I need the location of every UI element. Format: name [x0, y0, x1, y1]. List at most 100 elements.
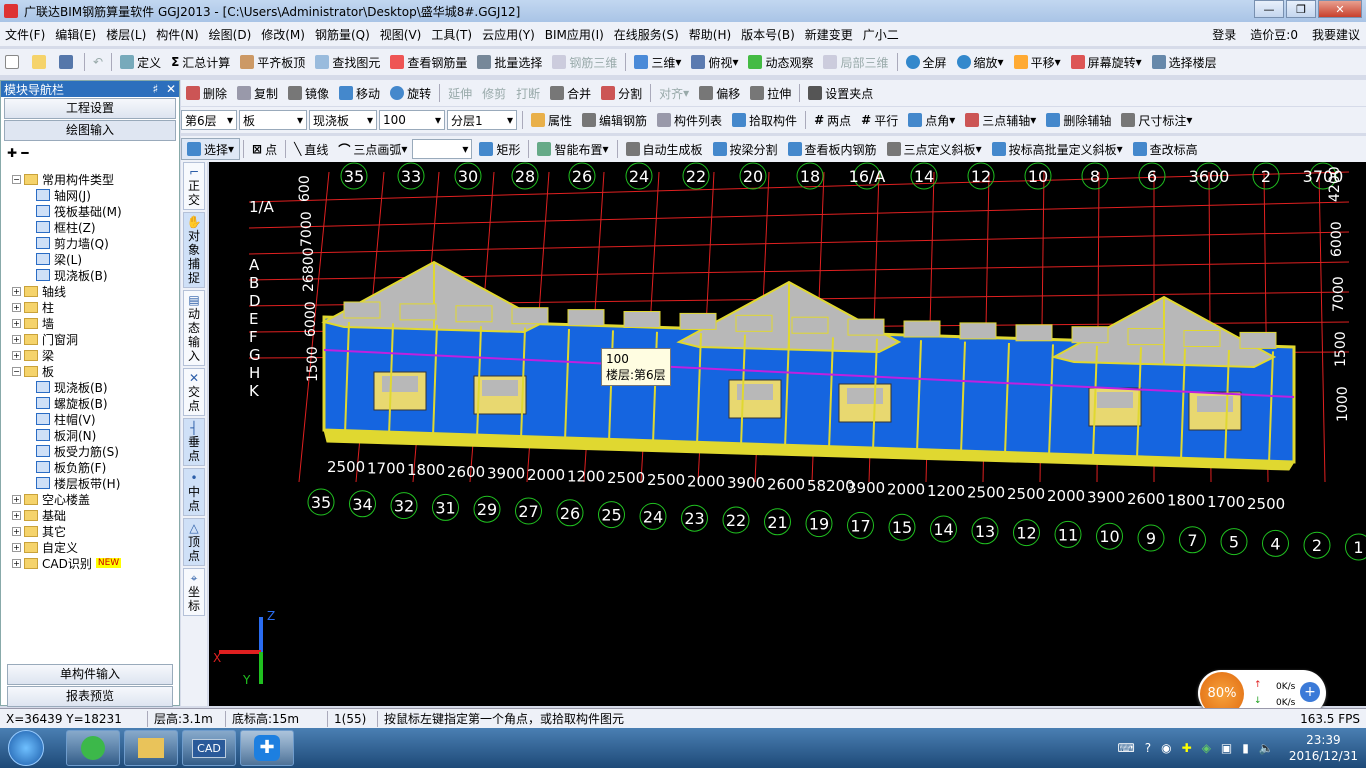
copy-button[interactable]: 复制 — [232, 82, 283, 104]
tree-item[interactable]: 楼层板带(H) — [4, 475, 176, 491]
add-icon[interactable]: ✚ — [1182, 741, 1192, 755]
tree-item[interactable]: 框柱(Z) — [4, 219, 176, 235]
minimize-button[interactable]: — — [1254, 0, 1284, 18]
tree-item[interactable]: + 柱 — [4, 299, 176, 315]
ortho-toggle[interactable]: ⌐ 正交 — [183, 162, 205, 210]
point-angle-button[interactable]: 点角 ▾ — [903, 109, 960, 131]
expand-icon[interactable]: + — [12, 510, 21, 520]
menu-file[interactable]: 文件(F) — [0, 26, 50, 43]
trim-button[interactable]: 修剪 — [477, 82, 511, 104]
set-grips-button[interactable]: 设置夹点 — [803, 82, 878, 104]
menu-floor[interactable]: 楼层(L) — [101, 26, 151, 43]
select-floor-button[interactable]: 选择楼层 — [1147, 51, 1222, 73]
rect-tool-button[interactable]: 矩形 — [474, 138, 525, 160]
close-button[interactable]: ✕ — [1318, 0, 1362, 18]
intersection-snap[interactable]: ✕ 交点 — [183, 368, 205, 416]
tree-item[interactable]: + 其它 — [4, 523, 176, 539]
arc-mode-select[interactable]: ▾ — [412, 139, 473, 159]
summary-calc-button[interactable]: Σ 汇总计算 — [166, 51, 235, 73]
menu-help[interactable]: 帮助(H) — [684, 26, 736, 43]
expand-icon[interactable]: + — [12, 318, 21, 328]
expand-icon[interactable]: + — [12, 494, 21, 504]
expand-icon[interactable]: + — [12, 526, 21, 536]
view-slab-rebar-button[interactable]: 查看板内钢筋 — [783, 138, 882, 160]
delete-button[interactable]: 删除 — [181, 82, 232, 104]
align-slab-top-button[interactable]: 平齐板顶 — [235, 51, 310, 73]
widget-plus-icon[interactable]: + — [1300, 682, 1320, 702]
single-component-button[interactable]: 单构件输入 — [7, 664, 173, 685]
taskbar-ggj[interactable]: ✚ — [240, 730, 294, 766]
menu-draw[interactable]: 绘图(D) — [204, 26, 257, 43]
floor-select[interactable]: 第6层 ▾ — [181, 110, 237, 130]
tree-item[interactable]: + 自定义 — [4, 539, 176, 555]
dimension-button[interactable]: 尺寸标注 ▾ — [1116, 109, 1197, 131]
keyboard-icon[interactable]: ⌨ — [1117, 741, 1134, 755]
delete-axis-button[interactable]: 删除辅轴 — [1041, 109, 1116, 131]
edit-elevation-button[interactable]: 查改标高 — [1128, 138, 1203, 160]
smart-layout-button[interactable]: 智能布置 ▾ — [532, 138, 613, 160]
zoom-button[interactable]: 缩放 ▾ — [952, 51, 1009, 73]
split-by-beam-button[interactable]: 按梁分割 — [708, 138, 783, 160]
menu-tools[interactable]: 工具(T) — [426, 26, 477, 43]
tree-item[interactable]: 螺旋板(B) — [4, 395, 176, 411]
nav-close-icon[interactable]: ✕ — [166, 82, 176, 96]
select-tool-button[interactable]: 选择 ▾ — [181, 138, 241, 160]
properties-button[interactable]: 属性 — [526, 109, 577, 131]
menu-component[interactable]: 构件(N) — [151, 26, 203, 43]
help-icon[interactable]: ? — [1145, 741, 1151, 755]
break-button[interactable]: 打断 — [511, 82, 545, 104]
signal-icon[interactable]: ▮ — [1242, 741, 1249, 755]
tree-item[interactable]: + 梁 — [4, 347, 176, 363]
component-list-button[interactable]: 构件列表 — [652, 109, 727, 131]
tree-toggle-icons[interactable]: ✚ ━ — [1, 142, 179, 162]
new-file-button[interactable] — [0, 51, 27, 73]
screen-rotate-button[interactable]: 屏幕旋转 ▾ — [1066, 51, 1147, 73]
expand-icon[interactable]: + — [12, 302, 21, 312]
clock[interactable]: 23:39 2016/12/31 — [1289, 732, 1358, 764]
two-points-button[interactable]: # 两点 — [809, 109, 856, 131]
auto-slab-button[interactable]: 自动生成板 — [621, 138, 708, 160]
tree-item[interactable]: + 墙 — [4, 315, 176, 331]
top-view-button[interactable]: 俯视 ▾ — [686, 51, 743, 73]
component-select[interactable]: 100 ▾ — [379, 110, 445, 130]
parallel-button[interactable]: # 平行 — [856, 109, 903, 131]
subtype-select[interactable]: 现浇板 ▾ — [309, 110, 377, 130]
tree-item[interactable]: 轴网(J) — [4, 187, 176, 203]
taskbar-explorer[interactable] — [124, 730, 178, 766]
tree-item[interactable]: + 空心楼盖 — [4, 491, 176, 507]
tree-item[interactable]: + 基础 — [4, 507, 176, 523]
batch-select-button[interactable]: 批量选择 — [472, 51, 547, 73]
expand-icon[interactable]: + — [12, 558, 21, 568]
tree-item[interactable]: 剪力墙(Q) — [4, 235, 176, 251]
tree-item[interactable]: 现浇板(B) — [4, 267, 176, 283]
start-button[interactable] — [8, 730, 44, 766]
merge-button[interactable]: 合并 — [545, 82, 596, 104]
volume-icon[interactable]: 🔈 — [1259, 741, 1274, 755]
mirror-button[interactable]: 镜像 — [283, 82, 334, 104]
undo-button[interactable]: ↶ — [88, 51, 108, 73]
tree-item[interactable]: 梁(L) — [4, 251, 176, 267]
collapse-icon[interactable]: − — [12, 174, 21, 184]
move-button[interactable]: 移动 — [334, 82, 385, 104]
feedback-link[interactable]: 我要建议 — [1312, 26, 1360, 43]
vertex-snap[interactable]: △ 顶点 — [183, 518, 205, 566]
view-rebar-qty-button[interactable]: 查看钢筋量 — [385, 51, 472, 73]
type-select[interactable]: 板 ▾ — [239, 110, 307, 130]
expand-icon[interactable]: + — [12, 286, 21, 296]
align-button[interactable]: 对齐 ▾ — [654, 82, 694, 104]
tree-item[interactable]: − 板 — [4, 363, 176, 379]
stretch-button[interactable]: 拉伸 — [745, 82, 796, 104]
tree-item[interactable]: + 门窗洞 — [4, 331, 176, 347]
point-tool-button[interactable]: ⊠ 点 — [247, 138, 282, 160]
menu-view[interactable]: 视图(V) — [375, 26, 427, 43]
menu-edit[interactable]: 编辑(E) — [50, 26, 101, 43]
device-icon[interactable]: ▣ — [1221, 741, 1232, 755]
maximize-button[interactable]: ❐ — [1286, 0, 1316, 18]
menu-online[interactable]: 在线服务(S) — [609, 26, 684, 43]
shield-icon[interactable]: ◈ — [1202, 741, 1211, 755]
collapse-icon[interactable]: − — [12, 366, 21, 376]
rebar-3d-button[interactable]: 钢筋三维 — [547, 51, 622, 73]
local-3d-button[interactable]: 局部三维 — [818, 51, 893, 73]
split-button[interactable]: 分割 — [596, 82, 647, 104]
login-link[interactable]: 登录 — [1212, 26, 1236, 43]
